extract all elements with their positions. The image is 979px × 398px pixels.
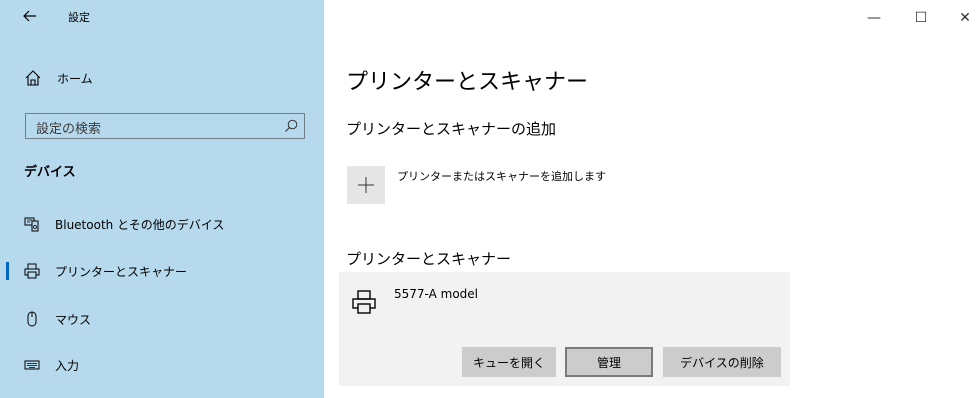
mouse-icon [27, 311, 37, 327]
search-placeholder: 設定の検索 [36, 122, 102, 137]
sidebar-item-label: ホーム [57, 72, 93, 86]
arrow-left-icon [23, 10, 36, 22]
bluetooth-devices-icon [24, 217, 39, 232]
add-section-heading: プリンターとスキャナーの追加 [346, 120, 557, 138]
sidebar-item-printers[interactable]: プリンターとスキャナー [0, 254, 324, 288]
maximize-button[interactable]: ☐ [901, 6, 941, 30]
home-icon [25, 70, 41, 86]
close-button[interactable]: ✕ [945, 6, 979, 30]
remove-device-button[interactable]: デバイスの削除 [663, 347, 781, 377]
printer-list-item[interactable]: 5577-A model キューを開く 管理 デバイスの削除 [339, 272, 790, 386]
app-title: 設定 [68, 11, 90, 24]
page-title: プリンターとスキャナー [346, 70, 589, 95]
sidebar: 設定 ホーム 設定の検索 デバイス Bluetooth とその他のデバイス プリ… [0, 0, 324, 398]
sidebar-item-label: 入力 [55, 359, 80, 373]
sidebar-item-mouse[interactable]: マウス [0, 302, 324, 336]
open-queue-button[interactable]: キューを開く [462, 347, 556, 377]
printer-icon [24, 263, 40, 279]
printer-name: 5577-A model [394, 287, 478, 301]
minimize-button[interactable]: — [854, 6, 894, 30]
sidebar-item-label: マウス [55, 313, 92, 327]
sidebar-item-label: プリンターとスキャナー [55, 265, 188, 279]
section-heading: デバイス [24, 165, 76, 180]
search-input[interactable]: 設定の検索 [25, 113, 305, 139]
sidebar-item-home[interactable]: ホーム [0, 63, 324, 93]
sidebar-item-bluetooth[interactable]: Bluetooth とその他のデバイス [0, 207, 324, 241]
printer-icon [352, 290, 376, 314]
printers-list-heading: プリンターとスキャナー [346, 250, 512, 268]
add-printer-button[interactable] [347, 166, 385, 204]
sidebar-item-input[interactable]: 入力 [0, 348, 324, 382]
add-printer-label[interactable]: プリンターまたはスキャナーを追加します [397, 168, 606, 184]
title-bar: 設定 [0, 0, 324, 32]
back-button[interactable] [18, 4, 42, 28]
keyboard-icon [24, 360, 40, 370]
sidebar-item-label: Bluetooth とその他のデバイス [55, 218, 225, 232]
plus-icon [358, 177, 374, 193]
search-icon [285, 119, 298, 132]
manage-button[interactable]: 管理 [565, 347, 653, 377]
